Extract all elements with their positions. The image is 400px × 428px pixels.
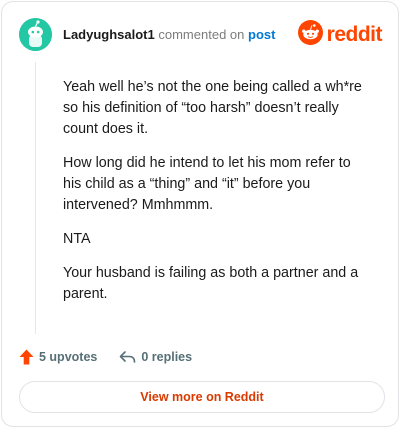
- comment-actions: 5 upvotes 0 replies: [19, 347, 192, 367]
- reddit-wordmark: reddit: [326, 23, 383, 46]
- commented-on-text: commented on: [158, 27, 245, 42]
- view-more-button[interactable]: View more on Reddit: [19, 381, 385, 413]
- comment-paragraph: Yeah well he’s not the one being called …: [63, 79, 362, 137]
- reply-arrow-icon: [119, 350, 136, 364]
- thread-line: [35, 62, 36, 334]
- username[interactable]: Ladyughsalot1: [63, 27, 155, 42]
- upvote-arrow-icon: [19, 349, 34, 365]
- upvote-count: 5 upvotes: [39, 350, 98, 364]
- reddit-brand[interactable]: reddit: [297, 20, 383, 50]
- comment-header: Ladyughsalot1 commented on post reddit: [19, 18, 383, 52]
- snoo-avatar-icon[interactable]: [19, 18, 52, 51]
- reply-count: 0 replies: [141, 350, 193, 364]
- comment-paragraph: Your husband is failing as both a partne…: [63, 265, 359, 302]
- comment-embed-card: Ladyughsalot1 commented on post reddit Y…: [1, 1, 399, 427]
- comment-paragraph: How long did he intend to let his mom re…: [63, 155, 351, 213]
- byline: Ladyughsalot1 commented on post: [63, 27, 275, 43]
- upvote-button[interactable]: 5 upvotes: [19, 349, 97, 365]
- replies-button[interactable]: 0 replies: [119, 350, 192, 364]
- post-link[interactable]: post: [248, 27, 275, 42]
- comment-body: Yeah well he’s not the one being called …: [63, 77, 363, 318]
- comment-paragraph: NTA: [63, 231, 91, 247]
- reddit-logo-icon: [297, 20, 323, 50]
